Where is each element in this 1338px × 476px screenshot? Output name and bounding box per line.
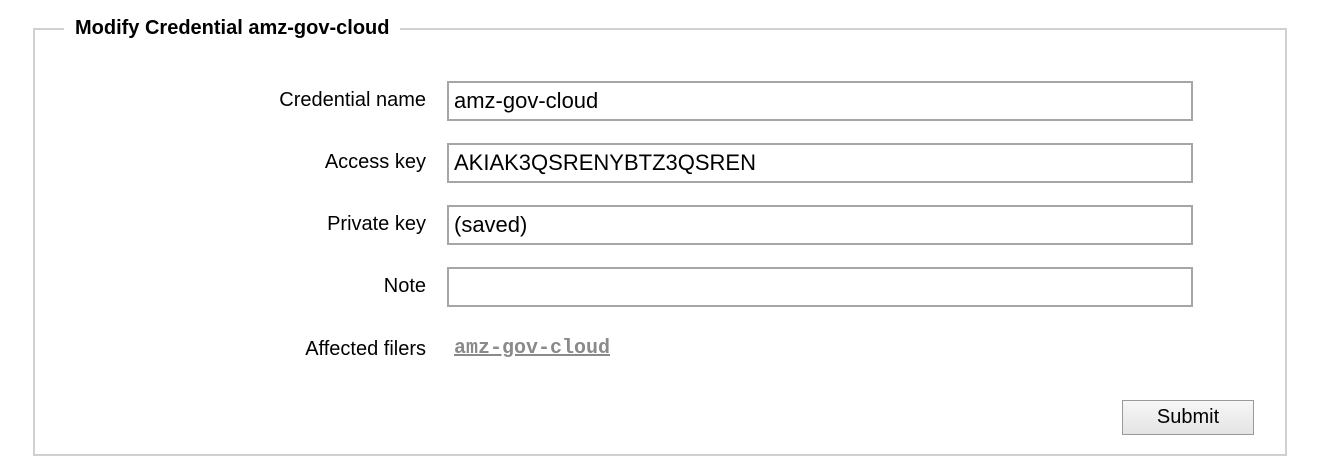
note-input[interactable] <box>447 267 1193 307</box>
private-key-input[interactable] <box>447 205 1193 245</box>
note-label: Note <box>383 275 426 297</box>
form-legend: Modify Credential amz-gov-cloud <box>64 14 401 42</box>
submit-button[interactable]: Submit <box>1122 400 1254 435</box>
private-key-label: Private key <box>327 213 426 235</box>
credential-name-input[interactable] <box>447 81 1193 121</box>
access-key-input[interactable] <box>447 143 1193 183</box>
affected-filer-link[interactable]: amz-gov-cloud <box>454 336 610 362</box>
credential-name-label: Credential name <box>279 89 426 111</box>
affected-filers-label: Affected filers <box>305 338 426 360</box>
access-key-label: Access key <box>324 151 426 173</box>
